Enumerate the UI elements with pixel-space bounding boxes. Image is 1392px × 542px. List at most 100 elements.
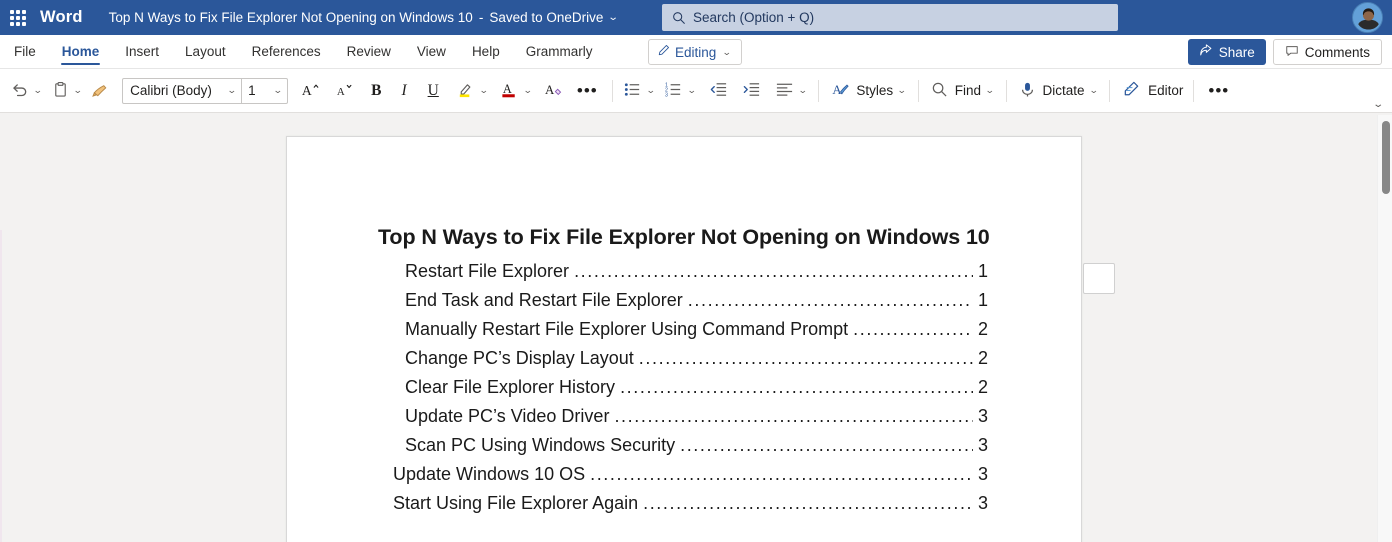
font-color-button[interactable]: A ⌄ xyxy=(493,75,538,107)
title-separator: - xyxy=(478,10,484,25)
styles-label: Styles xyxy=(856,83,894,98)
pencil-icon xyxy=(657,44,670,60)
toolbar-overflow-button[interactable]: ••• xyxy=(1200,75,1237,107)
shrink-font-icon: A xyxy=(335,80,355,102)
comments-label: Comments xyxy=(1304,44,1370,60)
decrease-indent-button[interactable] xyxy=(702,75,735,107)
decrease-indent-icon xyxy=(709,80,728,102)
toc-entry[interactable]: Clear File Explorer History.............… xyxy=(287,377,1081,406)
format-painter-button[interactable] xyxy=(87,75,114,107)
toc-entry-page-number: 2 xyxy=(978,377,989,397)
waffle-grid xyxy=(10,9,26,26)
editing-mode-button[interactable]: Editing ⌄ xyxy=(648,39,742,65)
toc-entry[interactable]: Update Windows 10 OS....................… xyxy=(287,464,1081,493)
increase-indent-icon xyxy=(742,80,761,102)
more-formatting-button[interactable]: ••• xyxy=(569,75,606,107)
tab-references[interactable]: References xyxy=(239,35,334,68)
app-launcher-icon[interactable] xyxy=(0,0,36,35)
svg-text:A: A xyxy=(833,82,843,96)
toc-entry-label: Update Windows 10 OS xyxy=(393,464,586,484)
toc-entry[interactable]: Restart File Explorer...................… xyxy=(287,261,1081,290)
document-canvas[interactable]: Top N Ways to Fix File Explorer Not Open… xyxy=(0,115,1392,542)
vertical-scrollbar-thumb[interactable] xyxy=(1382,121,1390,194)
page-side-handle[interactable] xyxy=(1083,263,1115,294)
toc-entry-label: Clear File Explorer History xyxy=(405,377,616,397)
toolbar-divider xyxy=(1109,79,1111,102)
find-button[interactable]: Find ⌄ xyxy=(925,75,1000,107)
avatar[interactable] xyxy=(1352,2,1383,33)
toolbar-divider xyxy=(1193,79,1195,102)
toc-entry-page-number: 3 xyxy=(978,493,989,513)
tab-help[interactable]: Help xyxy=(459,35,513,68)
increase-indent-button[interactable] xyxy=(735,75,768,107)
tab-grammarly[interactable]: Grammarly xyxy=(513,35,606,68)
numbering-button[interactable]: 123 ⌄ xyxy=(660,75,702,107)
app-name[interactable]: Word xyxy=(40,8,83,27)
font-family-value: Calibri (Body) xyxy=(130,83,212,98)
toc-entry[interactable]: Change PC’s Display Layout..............… xyxy=(287,348,1081,377)
clear-formatting-icon: A xyxy=(544,80,563,102)
bullets-button[interactable]: ⌄ xyxy=(619,75,661,107)
dictate-button[interactable]: Dictate ⌄ xyxy=(1013,75,1104,107)
editor-icon xyxy=(1122,80,1141,102)
svg-text:A: A xyxy=(545,82,555,96)
search-input[interactable] xyxy=(692,10,1110,25)
document-page[interactable]: Top N Ways to Fix File Explorer Not Open… xyxy=(286,136,1082,542)
chevron-down-icon: ⌄ xyxy=(72,85,83,95)
styles-icon: A xyxy=(831,80,850,102)
share-button[interactable]: Share xyxy=(1187,39,1266,65)
svg-text:A: A xyxy=(503,81,512,95)
tab-layout[interactable]: Layout xyxy=(172,35,239,68)
shrink-font-button[interactable]: A xyxy=(328,75,362,107)
toc-entry[interactable]: Manually Restart File Explorer Using Com… xyxy=(287,319,1081,348)
search-box[interactable] xyxy=(662,4,1118,31)
svg-text:3: 3 xyxy=(665,92,668,98)
toc-entry-label: Update PC’s Video Driver xyxy=(405,406,610,426)
align-left-icon xyxy=(775,80,794,102)
tab-home[interactable]: Home xyxy=(49,35,113,68)
collapse-ribbon-button[interactable]: ⌄ xyxy=(1366,97,1389,112)
save-status[interactable]: Saved to OneDrive xyxy=(489,10,603,25)
font-size-select[interactable]: 1 ⌄ xyxy=(241,78,287,103)
editor-button[interactable]: Editor xyxy=(1116,75,1187,107)
tab-file[interactable]: File xyxy=(0,35,49,68)
bold-button[interactable]: B xyxy=(362,75,390,107)
search-icon xyxy=(670,11,689,25)
tab-review[interactable]: Review xyxy=(334,35,404,68)
comments-button[interactable]: Comments xyxy=(1272,39,1382,65)
align-button[interactable]: ⌄ xyxy=(768,75,813,107)
toc-dot-leader: ........................................… xyxy=(853,320,973,338)
tab-view[interactable]: View xyxy=(404,35,459,68)
toc-entry-page-number: 1 xyxy=(978,290,989,310)
toc-entry[interactable]: Update PC’s Video Driver................… xyxy=(287,406,1081,435)
underline-button[interactable]: U xyxy=(418,75,449,107)
toc-entry-page-number: 1 xyxy=(978,261,989,281)
paste-button[interactable]: ⌄ xyxy=(48,75,88,107)
search-icon xyxy=(931,81,948,101)
chevron-down-icon[interactable]: ⌄ xyxy=(608,12,619,23)
document-title[interactable]: Top N Ways to Fix File Explorer Not Open… xyxy=(109,10,473,25)
toc-entry[interactable]: Start Using File Explorer Again.........… xyxy=(287,493,1081,522)
toc-entry-page-number: 2 xyxy=(978,348,989,368)
font-family-select[interactable]: Calibri (Body) ⌄ xyxy=(123,79,241,103)
svg-text:A: A xyxy=(302,82,312,97)
toc-entry-label: Manually Restart File Explorer Using Com… xyxy=(405,319,849,339)
grow-font-button[interactable]: A xyxy=(294,75,328,107)
chevron-down-icon: ⌄ xyxy=(645,85,656,95)
highlight-button[interactable]: ⌄ xyxy=(449,75,494,107)
toc-entry[interactable]: Scan PC Using Windows Security..........… xyxy=(287,435,1081,464)
highlighter-icon xyxy=(456,80,475,102)
toolbar-divider xyxy=(611,79,613,102)
vertical-scrollbar-track[interactable] xyxy=(1377,115,1392,542)
tab-insert[interactable]: Insert xyxy=(112,35,172,68)
comment-icon xyxy=(1285,44,1299,61)
undo-button[interactable]: ⌄ xyxy=(6,75,48,107)
bold-label: B xyxy=(371,81,382,99)
italic-button[interactable]: I xyxy=(390,75,417,107)
clear-formatting-button[interactable]: A xyxy=(538,75,569,107)
ellipsis-icon: ••• xyxy=(1208,81,1230,100)
styles-button[interactable]: A Styles ⌄ xyxy=(825,75,911,107)
toc-entry[interactable]: End Task and Restart File Explorer......… xyxy=(287,290,1081,319)
left-edge-strip xyxy=(0,230,2,542)
toolbar-divider xyxy=(1005,79,1007,102)
